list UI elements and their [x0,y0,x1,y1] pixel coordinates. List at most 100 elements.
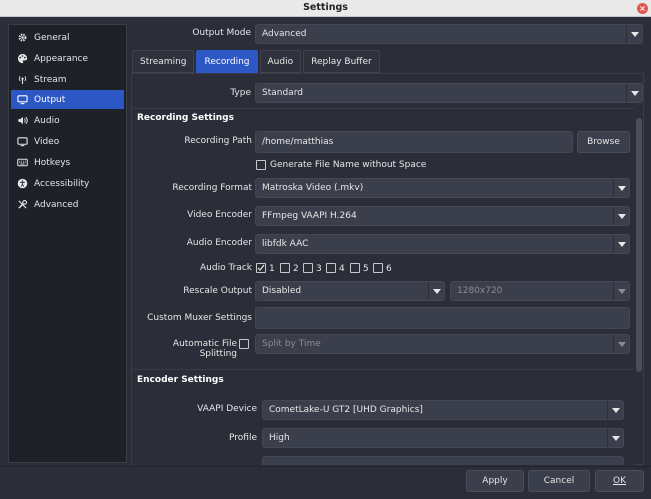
browse-button[interactable]: Browse [577,131,630,153]
window-title: Settings [303,2,348,13]
profile-label: Profile [229,433,257,443]
audio-track-4-checkbox[interactable] [326,263,336,273]
sidebar-item-appearance[interactable]: Appearance [11,49,124,68]
sidebar-item-audio[interactable]: Audio [11,111,124,130]
accessibility-icon [17,178,28,189]
sidebar-item-label: Video [34,136,60,147]
audio-track-6-checkbox[interactable] [373,263,383,273]
type-select[interactable]: Standard [255,83,643,103]
output-mode-value: Advanced [262,29,307,39]
keyboard-icon [17,158,28,167]
chevron-down-icon [626,84,642,102]
recording-format-select[interactable]: Matroska Video (.mkv) [255,178,630,198]
tab-replay-buffer[interactable]: Replay Buffer [303,50,380,73]
sidebar-item-output[interactable]: Output [11,90,124,109]
rescale-output-value: Disabled [262,286,302,296]
chevron-down-icon [428,282,444,300]
cancel-button[interactable]: Cancel [528,470,590,492]
encoder-settings-heading: Encoder Settings [137,375,224,385]
footer-divider [0,466,651,467]
sidebar-item-label: Stream [34,74,67,85]
audio-encoder-label: Audio Encoder [186,238,252,248]
audio-track-6-label: 6 [386,264,392,274]
monitor-icon [17,95,28,105]
vaapi-device-select[interactable]: CometLake-U GT2 [UHD Graphics] [262,400,624,420]
video-encoder-select[interactable]: FFmpeg VAAPI H.264 [255,206,630,226]
tab-audio[interactable]: Audio [259,50,302,73]
file-splitting-select[interactable]: Split by Time [255,334,630,354]
chevron-down-icon [613,207,629,225]
chevron-down-icon [613,235,629,253]
recording-format-label: Recording Format [172,183,252,193]
video-icon [17,137,28,147]
gear-icon [18,33,27,42]
video-encoder-label: Video Encoder [187,210,252,220]
apply-button[interactable]: Apply [466,470,524,492]
speaker-icon [18,116,28,125]
sidebar-item-hotkeys[interactable]: Hotkeys [11,153,124,172]
rescale-resolution-value: 1280x720 [457,286,503,296]
audio-track-1-checkbox[interactable] [256,263,266,273]
sidebar-item-general[interactable]: General [11,28,124,47]
audio-track-5-checkbox[interactable] [350,263,360,273]
custom-muxer-label: Custom Muxer Settings [147,313,252,323]
recording-settings-heading: Recording Settings [137,113,234,123]
chevron-down-icon [613,282,629,300]
rescale-resolution-select[interactable]: 1280x720 [450,281,630,301]
tab-recording[interactable]: Recording [196,50,258,73]
audio-encoder-select[interactable]: libfdk AAC [255,234,630,254]
generate-filename-checkbox[interactable] [256,160,266,170]
vaapi-device-value: CometLake-U GT2 [UHD Graphics] [269,405,423,415]
tab-streaming[interactable]: Streaming [132,50,195,73]
file-splitting-value: Split by Time [262,339,321,349]
audio-track-label: Audio Track [200,263,252,273]
sidebar-item-video[interactable]: Video [11,132,124,151]
audio-track-2-checkbox[interactable] [280,263,290,273]
recording-path-input[interactable]: /home/matthias [255,131,573,153]
recording-path-value: /home/matthias [262,137,334,147]
custom-muxer-input[interactable] [255,307,630,329]
title-bar: Settings × [0,0,651,17]
chevron-down-icon [607,401,623,419]
recording-path-label: Recording Path [184,136,252,146]
checkmark-icon [257,264,265,271]
next-setting-select[interactable] [262,456,624,465]
output-mode-label: Output Mode [192,28,251,38]
profile-value: High [269,433,290,443]
sidebar: General Appearance Stream Output Audio V… [8,24,127,463]
panel-scrollbar[interactable] [636,118,642,372]
audio-track-3-checkbox[interactable] [303,263,313,273]
antenna-icon [18,75,27,85]
file-splitting-checkbox[interactable] [239,339,249,349]
sidebar-item-label: Appearance [34,53,89,64]
audio-track-3-label: 3 [316,264,322,274]
video-encoder-value: FFmpeg VAAPI H.264 [262,211,357,221]
type-value: Standard [262,88,303,98]
rescale-output-label: Rescale Output [183,286,252,296]
sidebar-item-label: Advanced [34,199,79,210]
sidebar-item-stream[interactable]: Stream [11,70,124,89]
rescale-output-select[interactable]: Disabled [255,281,445,301]
sidebar-item-label: Hotkeys [34,157,71,168]
audio-track-1-label: 1 [269,264,275,274]
close-icon[interactable]: × [637,3,648,14]
profile-select[interactable]: High [262,428,624,448]
audio-track-4-label: 4 [339,264,345,274]
sidebar-item-label: Accessibility [34,178,90,189]
chevron-down-icon [626,25,642,43]
recording-format-value: Matroska Video (.mkv) [262,183,364,193]
sidebar-item-label: Audio [34,115,60,126]
palette-icon [17,53,28,64]
chevron-down-icon [613,335,629,353]
chevron-down-icon [607,429,623,447]
tools-icon [18,200,27,209]
output-mode-select[interactable]: Advanced [255,24,643,44]
ok-button[interactable]: OK [595,470,644,492]
sidebar-item-label: Output [34,94,66,105]
audio-encoder-value: libfdk AAC [262,239,309,249]
audio-track-2-label: 2 [293,264,299,274]
sidebar-item-accessibility[interactable]: Accessibility [11,174,124,193]
sidebar-item-advanced[interactable]: Advanced [11,195,124,214]
audio-track-5-label: 5 [363,264,369,274]
sidebar-item-label: General [34,32,70,43]
